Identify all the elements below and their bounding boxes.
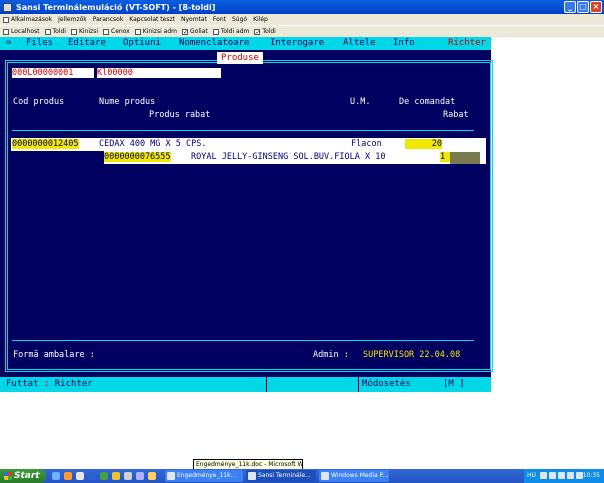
toggle-kinizsi[interactable]: Kinizsi bbox=[70, 28, 98, 35]
checkbox[interactable] bbox=[212, 28, 219, 35]
app-icon bbox=[3, 2, 12, 12]
terminal-menu-files[interactable]: Files bbox=[26, 38, 53, 48]
frame-title: Produse bbox=[217, 52, 263, 64]
footer-divider bbox=[12, 340, 474, 341]
menu-jellemzok[interactable]: Jellemzők bbox=[58, 16, 87, 23]
quicklaunch-app-icon[interactable] bbox=[148, 472, 156, 480]
quicklaunch-folder-icon[interactable] bbox=[112, 472, 120, 480]
terminal-menu-interogare[interactable]: Interogare bbox=[270, 38, 324, 48]
header-um: U.M. bbox=[350, 97, 371, 107]
tray-icon[interactable] bbox=[549, 472, 556, 479]
terminal-menu-bar: = Files Editare Optiuni Nomenclatoare In… bbox=[0, 37, 491, 50]
menu-nyomtat[interactable]: Nyomtat bbox=[181, 16, 207, 23]
toggle-localhost[interactable]: Localhost bbox=[3, 28, 40, 35]
task-sansi-terminal[interactable]: Sansi Terminále... bbox=[246, 470, 316, 482]
terminal-screen[interactable]: = Files Editare Optiuni Nomenclatoare In… bbox=[0, 37, 493, 392]
quicklaunch-firefox-icon[interactable] bbox=[64, 472, 72, 480]
row1-code[interactable]: 0000000012405 bbox=[12, 139, 79, 149]
admin-label: Admin : bbox=[313, 350, 349, 360]
checkbox[interactable] bbox=[44, 28, 51, 35]
row2-code[interactable]: 0000000076555 bbox=[104, 152, 171, 162]
terminal-menu-marker: = bbox=[6, 38, 12, 48]
row2-qty[interactable]: 1 bbox=[440, 152, 450, 162]
menu-sugo[interactable]: Súgó bbox=[232, 16, 247, 23]
menu-kilep[interactable]: Kilép bbox=[253, 16, 268, 23]
status-mode-value: [M ] bbox=[443, 379, 465, 389]
terminal-status-bar: Futtat : Richter Módosetés [M ] bbox=[0, 377, 491, 392]
taskbar: Start Engedménye_11k... Sansi Terminále.… bbox=[0, 469, 604, 483]
header-cod-produs: Cod produs bbox=[13, 97, 65, 107]
quicklaunch-desktop-icon[interactable] bbox=[52, 472, 60, 480]
checkbox[interactable] bbox=[103, 28, 109, 35]
menu-alkalmazasok[interactable]: Alkalmazások bbox=[3, 16, 52, 23]
language-indicator[interactable]: HU bbox=[527, 472, 536, 479]
status-separator bbox=[358, 377, 359, 392]
task-windows-media-player[interactable]: Windows Media P... bbox=[319, 470, 389, 482]
header-de-comandat: De comandat bbox=[399, 97, 456, 107]
forma-ambalare-label: Formă ambalare : bbox=[13, 350, 95, 360]
terminal-menu-altele[interactable]: Altele bbox=[343, 38, 376, 48]
quicklaunch-word-icon[interactable] bbox=[88, 472, 96, 480]
header-rabat: Rabat bbox=[443, 110, 469, 120]
status-run-user: Futtat : Richter bbox=[6, 379, 93, 389]
app-menubar: Alkalmazások Jellemzők Parancsok Kapcsol… bbox=[0, 14, 604, 25]
terminal-menu-optiuni[interactable]: Optiuni bbox=[123, 38, 161, 48]
checkbox-checked[interactable] bbox=[182, 28, 188, 35]
row2-rabat-cursor[interactable] bbox=[450, 152, 480, 164]
admin-value: SUPERVISOR 22.04.08 bbox=[363, 350, 461, 360]
menu-font[interactable]: Font bbox=[213, 16, 226, 23]
window-title: Sansi Terminálemuláció (VT-SOFT) - [8-to… bbox=[16, 2, 216, 12]
checkbox-checked[interactable] bbox=[254, 28, 261, 35]
search-name-field[interactable]: Kl00000 bbox=[97, 68, 221, 78]
toggle-goliat[interactable]: Goliat bbox=[182, 28, 208, 35]
terminal-menu-user: Richter bbox=[448, 38, 486, 48]
quicklaunch-excel-icon[interactable] bbox=[100, 472, 108, 480]
quicklaunch-app-icon[interactable] bbox=[136, 472, 144, 480]
windows-logo-icon bbox=[4, 472, 12, 480]
minimize-button[interactable]: _ bbox=[564, 1, 576, 13]
checkbox[interactable] bbox=[3, 28, 9, 35]
toggle-toldi-2[interactable]: Toldi bbox=[254, 28, 276, 35]
row2-name[interactable]: ROYAL JELLY-GINSENG SOL.BUV.FIOLA X 10 bbox=[191, 152, 385, 162]
row1-qty[interactable]: 20 bbox=[405, 139, 442, 149]
quicklaunch-ie-icon[interactable] bbox=[76, 472, 84, 480]
status-mode-label: Módosetés bbox=[362, 379, 411, 389]
toggle-toldi[interactable]: Toldi bbox=[44, 28, 66, 35]
maximize-button[interactable]: □ bbox=[577, 1, 589, 13]
tray-icon[interactable] bbox=[558, 472, 565, 479]
system-tray: HU 10:35 bbox=[524, 469, 604, 483]
toggle-toldi-adm[interactable]: Toldi adm bbox=[212, 28, 249, 35]
frame-inner-border bbox=[7, 62, 491, 370]
tray-icon[interactable] bbox=[567, 472, 574, 479]
header-divider bbox=[12, 130, 474, 131]
window-title-bar: Sansi Terminálemuláció (VT-SOFT) - [8-to… bbox=[0, 0, 604, 14]
terminal-menu-info[interactable]: Info bbox=[393, 38, 415, 48]
row1-name[interactable]: CEDAX 400 MG X 5 CPS. bbox=[99, 139, 206, 149]
row1-um[interactable]: Flacon bbox=[351, 139, 382, 149]
toggle-cenox[interactable]: Cenox bbox=[103, 28, 130, 35]
tray-icon[interactable] bbox=[540, 472, 547, 479]
checkbox[interactable] bbox=[134, 28, 141, 35]
terminal-menu-nomenclatoare[interactable]: Nomenclatoare bbox=[179, 38, 249, 48]
start-button[interactable]: Start bbox=[0, 469, 46, 483]
terminal-menu-editare[interactable]: Editare bbox=[68, 38, 106, 48]
clock[interactable]: 10:35 bbox=[583, 472, 600, 479]
header-produs-rabat: Produs rabat bbox=[149, 110, 211, 120]
quicklaunch-app-icon[interactable] bbox=[124, 472, 132, 480]
status-separator bbox=[266, 377, 267, 392]
menu-icon bbox=[3, 16, 9, 23]
connection-toggle-bar: Localhost Toldi Kinizsi Cenox Kinizsi ad… bbox=[0, 26, 604, 37]
checkbox[interactable] bbox=[70, 28, 77, 35]
toggle-kinizsi-adm[interactable]: Kinizsi adm bbox=[134, 28, 177, 35]
menu-parancsok[interactable]: Parancsok bbox=[93, 16, 124, 23]
search-code-field[interactable]: 000L00000001 bbox=[12, 68, 94, 78]
menu-kapcsolat-teszt[interactable]: Kapcsolat teszt bbox=[129, 16, 175, 23]
task-word-document[interactable]: Engedménye_11k... bbox=[165, 470, 243, 482]
close-button[interactable]: × bbox=[590, 1, 602, 13]
header-nume-produs: Nume produs bbox=[99, 97, 156, 107]
